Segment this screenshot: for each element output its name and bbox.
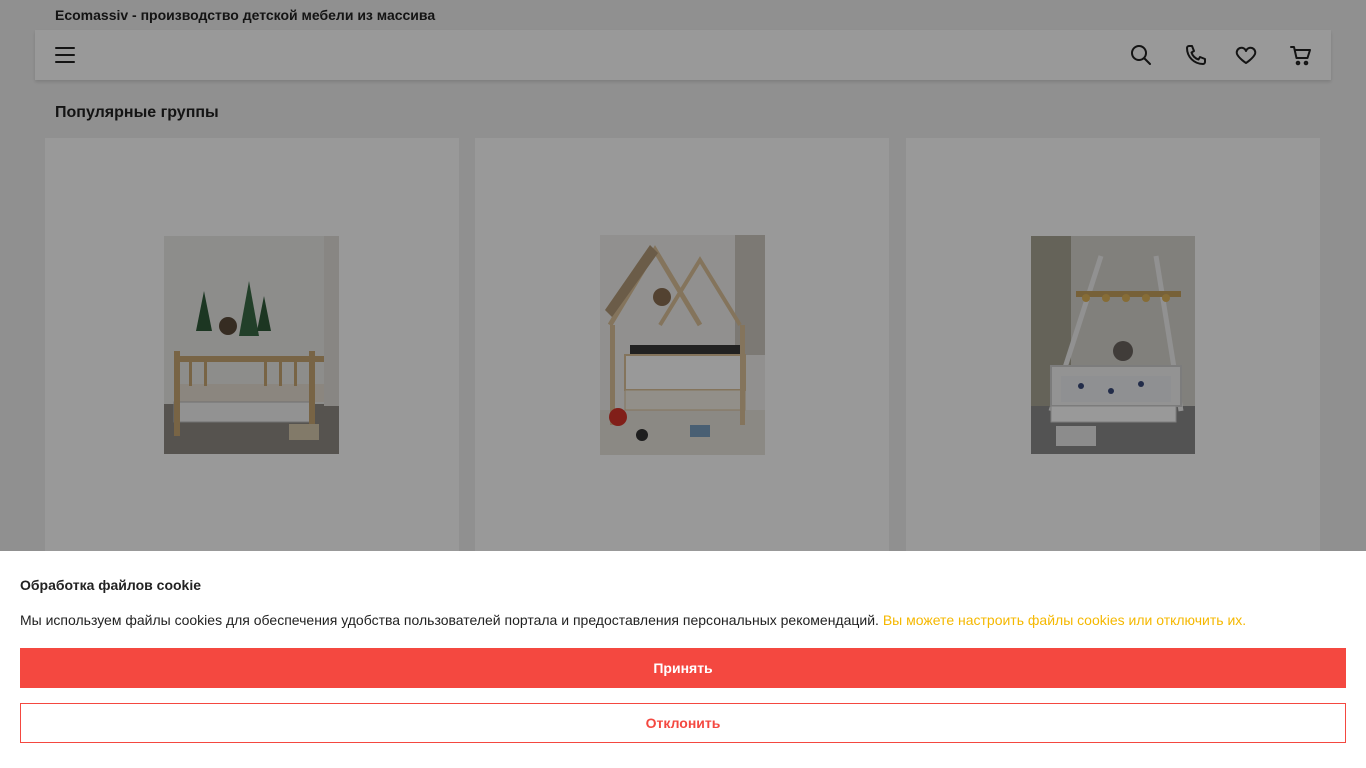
navbar [35,30,1331,80]
group-card[interactable] [475,138,889,558]
cookie-banner: Обработка файлов cookie Мы используем фа… [0,551,1366,768]
cookie-settings-link[interactable]: Вы можете настроить файлы cookies или от… [883,612,1246,628]
teepee-bed-photo[interactable] [1031,236,1195,454]
section-title: Популярные группы [55,104,219,121]
group-card[interactable] [45,138,459,558]
popular-groups [45,138,1321,558]
cookie-description: Мы используем файлы cookies для обеспече… [20,612,879,628]
site-title-bar: Ecomassiv - производство детской мебели … [35,0,1331,30]
house-bed-photo[interactable] [600,235,765,455]
cart-icon[interactable] [1289,43,1313,67]
phone-icon[interactable] [1184,43,1208,67]
cookie-title: Обработка файлов cookie [20,577,202,593]
group-card[interactable] [906,138,1320,558]
accept-button[interactable]: Принять [20,648,1346,688]
heart-icon[interactable] [1234,43,1258,67]
bed-with-rails-photo[interactable] [164,236,339,454]
cookie-text: Мы используем файлы cookies для обеспече… [20,612,1350,628]
menu-icon[interactable] [53,43,77,67]
site-title: Ecomassiv - производство детской мебели … [55,7,436,23]
search-icon[interactable] [1129,43,1153,67]
decline-button[interactable]: Отклонить [20,703,1346,743]
